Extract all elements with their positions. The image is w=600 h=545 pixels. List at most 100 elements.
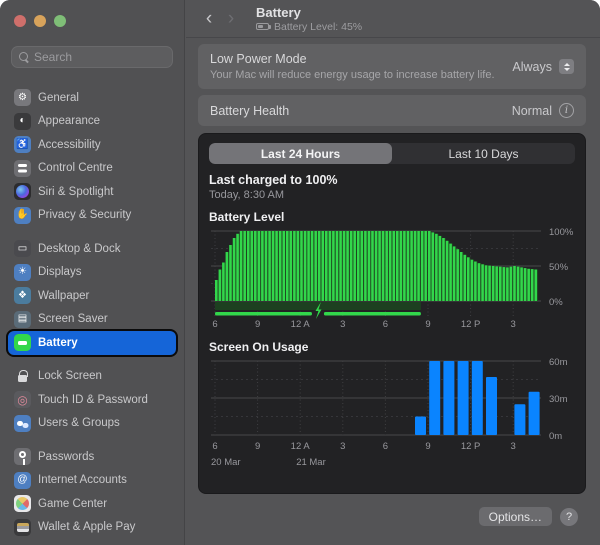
sidebar-item-accessibility[interactable]: ♿ Accessibility [8,133,176,157]
last-charged-title: Last charged to 100% [209,173,575,187]
general-icon: ⚙ [14,89,31,106]
sidebar-item-desktop-dock[interactable]: ▭ Desktop & Dock [8,237,176,261]
zoom-window-button[interactable] [54,15,66,27]
sidebar: ⚙General ◐ Appearance ♿ Accessibility Control… [0,0,185,545]
sidebar-item-label: Touch ID & Password [38,394,148,406]
svg-text:100%: 100% [549,227,574,238]
svg-text:9: 9 [255,319,260,330]
sidebar-item-label: Siri & Spotlight [38,186,113,198]
control-centre-icon [14,160,31,177]
time-range-tabs: Last 24 Hours Last 10 Days [209,143,575,164]
sidebar-item-control-centre[interactable]: Control Centre [8,157,176,181]
svg-text:21 Mar: 21 Mar [296,457,326,468]
page-title: Battery [256,5,362,20]
sidebar-item-wallet-apple-pay[interactable]: Wallet & Apple Pay [8,516,176,540]
sidebar-item-screen-saver[interactable]: ▤ Screen Saver [8,308,176,332]
sidebar-item-label: Users & Groups [38,417,120,429]
svg-text:6: 6 [212,441,217,452]
sidebar-item-label: Wallet & Apple Pay [38,521,135,533]
users-groups-icon [14,415,31,432]
sidebar-item-battery[interactable]: Battery [8,331,176,355]
sidebar-item-label: Wallpaper [38,290,89,302]
svg-text:50%: 50% [549,262,569,273]
svg-text:9: 9 [425,441,430,452]
accessibility-icon: ♿ [14,136,31,153]
title-block: Battery Battery Level: 45% [256,5,362,33]
sidebar-item-appearance[interactable]: ◐ Appearance [8,110,176,134]
info-icon[interactable]: i [559,103,574,118]
sidebar-item-label: Battery [38,337,78,349]
tab-last-24-hours[interactable]: Last 24 Hours [209,143,392,164]
sidebar-item-label: Accessibility [38,139,101,151]
battery-level-chart: 6912 A36912 P3100%50%0% [209,227,575,331]
svg-text:12 P: 12 P [461,441,481,452]
sidebar-item-label: Control Centre [38,162,113,174]
close-window-button[interactable] [14,15,26,27]
sidebar-item-internet-accounts[interactable]: @ Internet Accounts [8,469,176,493]
svg-text:3: 3 [511,441,516,452]
low-power-mode-row: Low Power Mode Your Mac will reduce ener… [198,44,586,89]
forward-button[interactable]: › [220,8,242,30]
battery-health-label: Battery Health [210,104,289,118]
search-field[interactable] [11,46,173,68]
battery-usage-panel: Last 24 Hours Last 10 Days Last charged … [198,133,586,494]
svg-text:60m: 60m [549,357,568,368]
minimize-window-button[interactable] [34,15,46,27]
appearance-icon: ◐ [14,113,31,130]
sidebar-item-label: Privacy & Security [38,209,131,221]
svg-text:6: 6 [383,441,388,452]
tab-last-10-days[interactable]: Last 10 Days [392,143,575,164]
sidebar-item-touch-id-password[interactable]: ◎Touch ID & Password [8,388,176,412]
svg-text:12 P: 12 P [461,319,481,330]
low-power-mode-description: Your Mac will reduce energy usage to inc… [210,69,495,81]
sidebar-item-general[interactable]: ⚙General [8,86,176,110]
content-pane: ‹ › Battery Battery Level: 45% Low Power… [186,0,600,545]
svg-text:3: 3 [340,319,345,330]
low-power-mode-value: Always [512,60,552,74]
wallet-apple-pay-icon [14,519,31,536]
svg-text:12 A: 12 A [291,319,311,330]
game-center-icon [14,495,31,512]
siri-spotlight-icon [14,183,31,200]
svg-text:3: 3 [511,319,516,330]
sidebar-item-game-center[interactable]: Game Center [8,492,176,516]
back-button[interactable]: ‹ [198,8,220,30]
last-charged-subtitle: Today, 8:30 AM [209,189,575,201]
window-controls [0,0,184,36]
sidebar-item-label: Desktop & Dock [38,243,120,255]
svg-text:0m: 0m [549,431,562,442]
internet-accounts-icon: @ [14,472,31,489]
help-button[interactable]: ? [560,508,578,526]
search-icon [19,52,29,62]
lock-screen-icon [14,368,31,385]
screen-usage-chart-title: Screen On Usage [209,340,575,354]
svg-text:6: 6 [383,319,388,330]
battery-icon [14,334,31,351]
svg-text:6: 6 [212,319,217,330]
search-input[interactable] [34,50,165,64]
sidebar-nav: ⚙General ◐ Appearance ♿ Accessibility Control… [0,86,184,539]
sidebar-item-siri-spotlight[interactable]: Siri & Spotlight [8,180,176,204]
privacy-security-icon: ✋ [14,207,31,224]
svg-text:12 A: 12 A [291,441,311,452]
sidebar-item-wallpaper[interactable]: ❖Wallpaper [8,284,176,308]
svg-text:9: 9 [425,319,430,330]
sidebar-item-passwords[interactable]: Passwords [8,445,176,469]
system-settings-window: ⚙General ◐ Appearance ♿ Accessibility Control… [0,0,600,545]
sidebar-item-users-groups[interactable]: Users & Groups [8,412,176,436]
low-power-mode-select[interactable]: Always [512,59,574,74]
sidebar-item-privacy-security[interactable]: ✋ Privacy & Security [8,204,176,228]
battery-health-row: Battery Health Normal i [198,95,586,126]
desktop-dock-icon: ▭ [14,240,31,257]
sidebar-item-displays[interactable]: ☀Displays [8,261,176,285]
sidebar-item-label: Lock Screen [38,370,102,382]
screen-saver-icon: ▤ [14,311,31,328]
options-button[interactable]: Options… [479,507,552,526]
sidebar-item-label: Internet Accounts [38,474,127,486]
sidebar-item-label: Screen Saver [38,313,108,325]
sidebar-item-label: Appearance [38,115,100,127]
sidebar-item-lock-screen[interactable]: Lock Screen [8,365,176,389]
sidebar-item-label: Game Center [38,498,107,510]
svg-text:3: 3 [340,441,345,452]
battery-level-text: Battery Level: 45% [274,21,362,33]
